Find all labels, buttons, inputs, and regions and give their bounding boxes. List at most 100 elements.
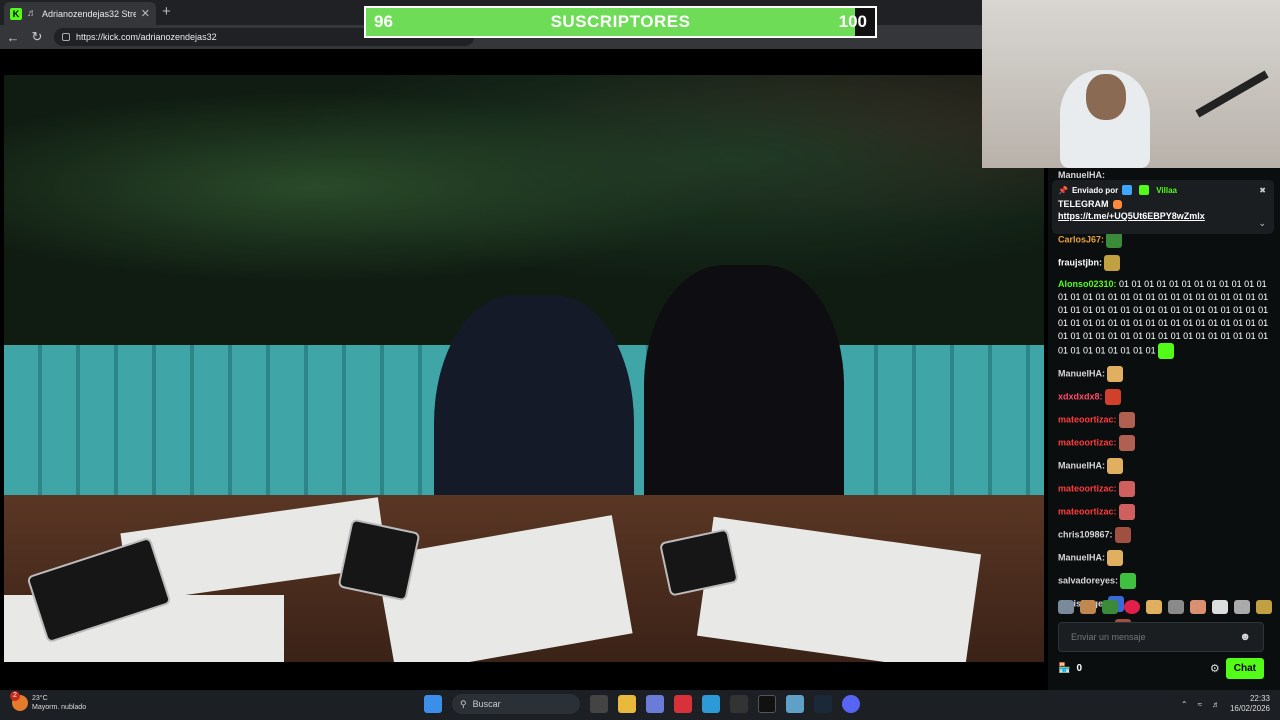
new-tab-button[interactable]: + <box>162 4 171 20</box>
capcut-icon[interactable] <box>758 695 776 713</box>
emote-icon[interactable] <box>1058 600 1074 614</box>
close-icon[interactable]: ✕ <box>141 7 150 20</box>
discord-icon[interactable] <box>842 695 860 713</box>
chat-message: ManuelHA: <box>1058 366 1272 382</box>
emote-icon <box>1107 550 1123 566</box>
emote-icon[interactable] <box>1190 600 1206 614</box>
emote-icon[interactable] <box>1256 600 1272 614</box>
badge-icon <box>1139 185 1150 195</box>
chat-message-username[interactable]: xdxdxdx8: <box>1058 391 1103 401</box>
emote-icon[interactable] <box>1146 600 1162 614</box>
emote-icon[interactable] <box>1124 600 1140 614</box>
search-icon: ⚲ <box>460 698 467 709</box>
subscriber-goal-bar: 96 SUSCRIPTORES 100 <box>364 6 877 38</box>
reload-button[interactable]: ↻ <box>30 29 44 45</box>
clock-date: 16/02/2026 <box>1229 704 1270 713</box>
emote-icon[interactable] <box>1080 600 1096 614</box>
back-button[interactable]: ← <box>6 30 20 45</box>
emote-icon <box>1120 573 1137 589</box>
chat-message: chris109867: <box>1058 527 1272 543</box>
emote-icon[interactable] <box>1212 600 1228 614</box>
pin-icon: 📌 <box>1058 185 1068 195</box>
screen: K ♬ Adrianozendejas32 Stream - • ✕ + ← ↻… <box>0 0 1280 720</box>
emote-icon <box>1114 527 1131 543</box>
steam-icon[interactable] <box>814 695 832 713</box>
pinned-username[interactable]: Villaa <box>1156 186 1177 195</box>
chat-message: salvadoreyes: <box>1058 573 1272 589</box>
emote-icon <box>1104 255 1120 271</box>
chat-message-username[interactable]: salvadoreyes: <box>1058 575 1118 585</box>
emote-icon[interactable] <box>1168 600 1184 614</box>
chat-message: Alonso02310: 01 01 01 01 01 01 01 01 01 … <box>1058 278 1272 359</box>
mic-arm <box>1195 70 1269 118</box>
weather-widget[interactable]: 2 23°C Mayorm. nublado <box>10 691 86 712</box>
emote-icon[interactable] <box>1102 600 1118 614</box>
pinned-message[interactable]: 📌 Enviado por Villaa TELEGRAM https://t.… <box>1052 180 1274 234</box>
clock-time: 22:33 <box>1249 694 1270 703</box>
channel-points[interactable]: 🏪 0 <box>1058 663 1082 674</box>
chat-footer: 🏪 0 ⚙ Chat <box>1058 656 1264 680</box>
chat-message-username[interactable]: mateoortizac: <box>1058 506 1117 516</box>
gear-icon[interactable]: ⚙ <box>1210 662 1220 675</box>
office-icon[interactable] <box>674 695 692 713</box>
chat-message: mateoortizac: <box>1058 481 1272 497</box>
chat-message-username[interactable]: mateoortizac: <box>1058 437 1117 447</box>
task-view-icon[interactable] <box>590 695 608 713</box>
edge-icon[interactable] <box>702 695 720 713</box>
chat-message: fraujstjbn: <box>1058 255 1272 271</box>
chat-message-username[interactable]: ManuelHA: <box>1058 460 1105 470</box>
pinned-link[interactable]: https://t.me/+UQ5Ut6EBPY8wZmlx <box>1058 211 1268 221</box>
emote-icon <box>1118 412 1135 428</box>
notepad-icon[interactable] <box>786 695 804 713</box>
weather-temp: 23°C <box>32 695 48 702</box>
volume-icon[interactable]: ♬ <box>1212 700 1220 709</box>
emote-icon <box>1113 200 1123 210</box>
taskbar-search[interactable]: ⚲ Buscar <box>452 694 580 714</box>
points-count: 0 <box>1076 662 1083 674</box>
streamer-webcam <box>982 0 1280 168</box>
chat-message-username[interactable]: mateoortizac: <box>1058 414 1117 424</box>
browser-tab[interactable]: K ♬ Adrianozendejas32 Stream - • ✕ <box>4 2 156 25</box>
video-player[interactable] <box>0 49 1048 690</box>
emote-icon[interactable] <box>1234 600 1250 614</box>
chat-message-username[interactable]: chris109867: <box>1058 529 1113 539</box>
start-icon[interactable] <box>424 695 442 713</box>
speaker-icon[interactable]: ♬ <box>27 8 37 19</box>
chat-message-username[interactable]: ManuelHA: <box>1058 552 1105 562</box>
wifi-icon[interactable]: ≈ <box>1198 700 1202 709</box>
chevron-down-icon[interactable]: ⌄ <box>1258 218 1266 229</box>
windows-taskbar: 2 23°C Mayorm. nublado ⚲ Buscar ⌃ ≈ ♬ 22… <box>0 690 1280 720</box>
emote-icon <box>1107 366 1123 382</box>
emoji-icon[interactable]: ☻ <box>1239 631 1251 643</box>
file-explorer-icon[interactable] <box>618 695 636 713</box>
kick-favicon-icon: K <box>10 7 22 20</box>
pinned-sent-by: Enviado por <box>1071 185 1119 195</box>
store-icon: 🏪 <box>1058 662 1071 674</box>
chat-message-username[interactable]: ManuelHA: <box>1058 368 1105 378</box>
stream-video-frame <box>4 75 1044 662</box>
phone <box>337 518 421 602</box>
chrome-icon[interactable] <box>730 695 748 713</box>
chat-message-username[interactable]: Alonso02310: <box>1058 279 1117 289</box>
pinned-header: 📌 Enviado por Villaa <box>1058 185 1268 195</box>
emote-icon <box>1157 343 1174 359</box>
chevron-up-icon[interactable]: ⌃ <box>1181 700 1188 709</box>
weather-icon: 2 <box>10 691 28 711</box>
hide-icon[interactable]: ✖ <box>1259 186 1266 195</box>
chat-message: mateoortizac: <box>1058 435 1272 451</box>
send-chat-button[interactable]: Chat <box>1225 657 1264 679</box>
quick-emote-bar <box>1058 600 1272 614</box>
emote-icon <box>1118 435 1135 451</box>
chat-message-username[interactable]: CarlosJ67: <box>1058 234 1104 244</box>
chat-message-username[interactable]: mateoortizac: <box>1058 483 1117 493</box>
chat-input[interactable] <box>1071 632 1231 642</box>
chat-message: ManuelHA: <box>1058 550 1272 566</box>
badge-icon <box>1122 185 1133 195</box>
clock[interactable]: 22:33 16/02/2026 <box>1230 694 1270 714</box>
pinned-text: TELEGRAM <box>1058 199 1268 210</box>
emote-icon <box>1118 481 1135 497</box>
copilot-icon[interactable] <box>646 695 664 713</box>
chat-message-username[interactable]: fraujstjbn: <box>1058 257 1102 267</box>
chat-input-box[interactable]: ☻ <box>1058 622 1264 652</box>
taskbar-apps: ⚲ Buscar <box>424 694 860 714</box>
